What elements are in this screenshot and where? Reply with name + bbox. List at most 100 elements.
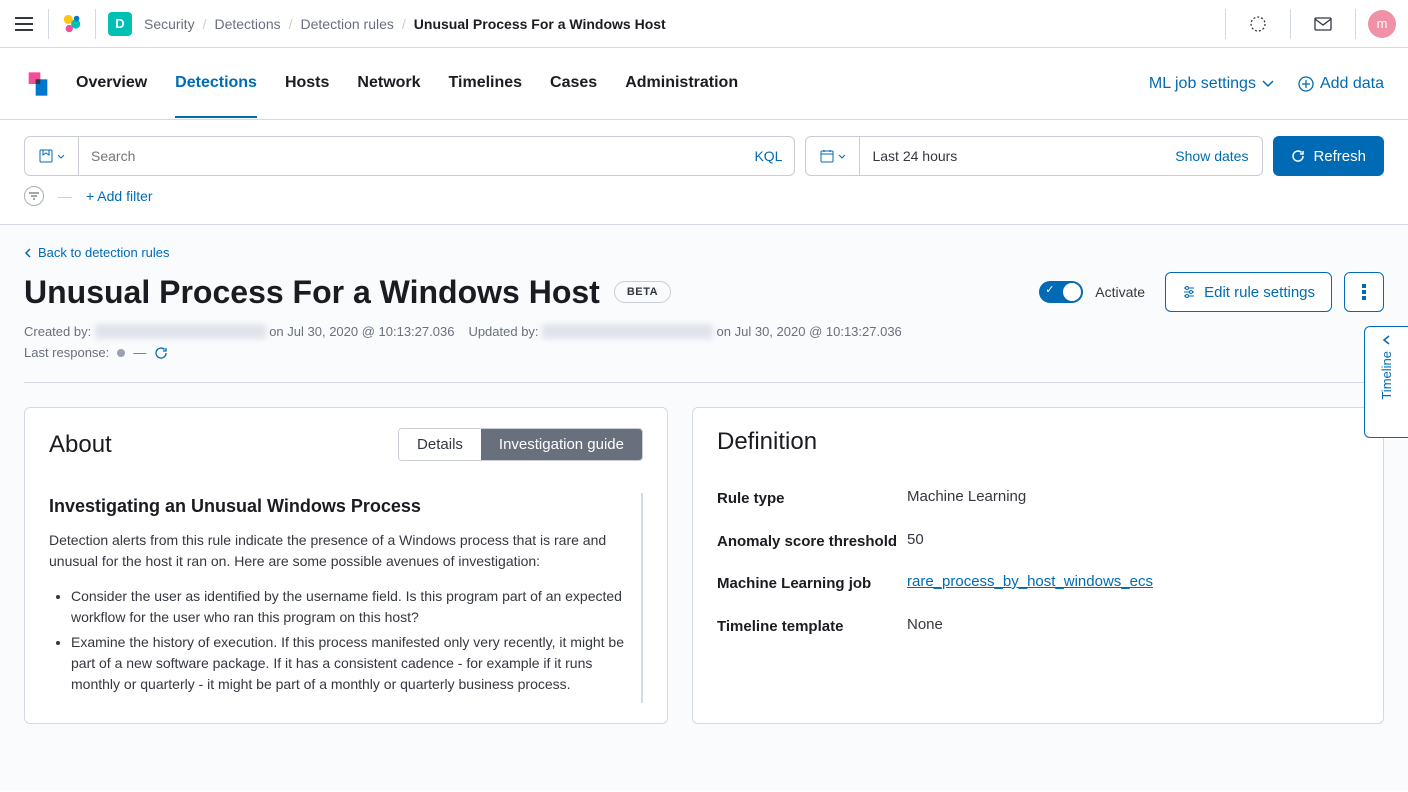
ml-job-settings-label: ML job settings (1149, 75, 1256, 93)
definition-key: Rule type (717, 488, 907, 511)
nav-tabs: Overview Detections Hosts Network Timeli… (76, 74, 1149, 94)
more-actions-button[interactable] (1344, 272, 1384, 312)
created-by-value: frank.hassanabad@elastic.co (95, 324, 266, 339)
chevron-down-icon (838, 154, 846, 159)
filter-options-dropdown[interactable] (25, 137, 79, 175)
tab-administration[interactable]: Administration (625, 74, 738, 118)
tab-overview[interactable]: Overview (76, 74, 147, 118)
title-row: Unusual Process For a Windows Host BETA … (24, 272, 1384, 312)
activate-toggle[interactable] (1039, 281, 1083, 303)
kql-toggle[interactable]: KQL (742, 148, 794, 164)
add-data-button[interactable]: Add data (1298, 75, 1384, 93)
definition-value[interactable]: rare_process_by_host_windows_ecs (907, 573, 1153, 596)
tab-timelines[interactable]: Timelines (449, 74, 523, 118)
search-input[interactable] (91, 148, 730, 164)
investigation-guide-body: Investigating an Unusual Windows Process… (49, 493, 643, 703)
newsfeed-icon[interactable] (1238, 4, 1278, 44)
meta-line: Created by: frank.hassanabad@elastic.co … (24, 324, 1384, 339)
definition-row: Timeline templateNone (717, 616, 1359, 639)
tab-detections[interactable]: Detections (175, 74, 257, 118)
refresh-icon (1291, 149, 1305, 163)
tabs-right: ML job settings Add data (1149, 75, 1384, 93)
updated-by-label: Updated by: (468, 324, 538, 339)
refresh-status-icon[interactable] (154, 346, 168, 360)
timeline-flyout-button[interactable]: Timeline (1364, 326, 1408, 438)
back-link-label: Back to detection rules (38, 245, 170, 260)
breadcrumb-rules[interactable]: Detection rules (301, 16, 394, 32)
calendar-icon (820, 149, 834, 163)
activate-label: Activate (1095, 284, 1145, 300)
definition-row: Rule typeMachine Learning (717, 488, 1359, 511)
app-tabs-bar: Overview Detections Hosts Network Timeli… (0, 48, 1408, 120)
chevron-down-icon (57, 154, 65, 159)
definition-key: Machine Learning job (717, 573, 907, 596)
list-item: Consider the user as identified by the u… (71, 586, 625, 628)
header-right: m (1225, 4, 1396, 44)
chevron-down-icon (1262, 80, 1274, 88)
security-app-logo-icon (24, 70, 52, 98)
plus-circle-icon (1298, 76, 1314, 92)
mail-icon[interactable] (1303, 4, 1343, 44)
date-options-dropdown[interactable] (806, 137, 860, 175)
tab-hosts[interactable]: Hosts (285, 74, 329, 118)
definition-rows: Rule typeMachine LearningAnomaly score t… (717, 488, 1359, 638)
controls-icon (1182, 285, 1196, 299)
timeline-flyout-label: Timeline (1379, 351, 1394, 400)
updated-by-value: frank.hassanabad@elastic.co (542, 324, 713, 339)
definition-header: Definition (717, 428, 1359, 456)
list-item: Examine the history of execution. If thi… (71, 632, 625, 695)
guide-list: Consider the user as identified by the u… (49, 586, 625, 703)
save-query-icon (39, 149, 53, 163)
guide-intro: Detection alerts from this rule indicate… (49, 530, 625, 572)
global-header: D Security/ Detections/ Detection rules/… (0, 0, 1408, 48)
guide-heading: Investigating an Unusual Windows Process (49, 493, 625, 520)
avatar[interactable]: m (1368, 10, 1396, 38)
last-response-label: Last response: (24, 345, 109, 360)
header-left: D Security/ Detections/ Detection rules/… (12, 9, 1225, 39)
about-panel: About Details Investigation guide Invest… (24, 407, 668, 724)
breadcrumb-current: Unusual Process For a Windows Host (414, 16, 666, 32)
definition-title: Definition (717, 428, 817, 456)
chevron-left-icon (24, 248, 32, 258)
edit-rule-button[interactable]: Edit rule settings (1165, 272, 1332, 312)
tab-network[interactable]: Network (357, 74, 420, 118)
updated-on: on Jul 30, 2020 @ 10:13:27.036 (717, 324, 902, 339)
definition-value: 50 (907, 531, 924, 554)
breadcrumb-security[interactable]: Security (144, 16, 195, 32)
app-badge[interactable]: D (108, 12, 132, 36)
menu-icon[interactable] (12, 12, 36, 36)
definition-value: Machine Learning (907, 488, 1026, 511)
filter-row: — + Add filter (0, 176, 1408, 225)
page-content: Back to detection rules Unusual Process … (0, 225, 1408, 791)
elastic-logo-icon[interactable] (61, 13, 83, 35)
about-tab-details[interactable]: Details (399, 429, 481, 460)
boxes-vertical-icon (1362, 284, 1366, 300)
filter-menu-icon[interactable] (24, 186, 44, 206)
created-by-label: Created by: (24, 324, 91, 339)
last-response-row: Last response: — (24, 345, 1384, 360)
breadcrumb: Security/ Detections/ Detection rules/ U… (144, 16, 666, 32)
list-item: Examine the process metadata like the va… (71, 699, 625, 703)
definition-key: Timeline template (717, 616, 907, 639)
date-range-value[interactable]: Last 24 hours (860, 148, 1161, 164)
about-tab-investigation-guide[interactable]: Investigation guide (481, 429, 642, 460)
breadcrumb-detections[interactable]: Detections (214, 16, 280, 32)
page-title: Unusual Process For a Windows Host (24, 274, 600, 311)
edit-rule-label: Edit rule settings (1204, 284, 1315, 301)
ml-job-settings-button[interactable]: ML job settings (1149, 75, 1274, 93)
definition-key: Anomaly score threshold (717, 531, 907, 554)
definition-row: Anomaly score threshold50 (717, 531, 1359, 554)
tab-cases[interactable]: Cases (550, 74, 597, 118)
refresh-label: Refresh (1313, 148, 1366, 165)
add-filter-button[interactable]: + Add filter (86, 188, 153, 204)
about-tab-group: Details Investigation guide (398, 428, 643, 461)
date-range-picker: Last 24 hours Show dates (805, 136, 1263, 176)
show-dates-button[interactable]: Show dates (1161, 148, 1262, 164)
back-to-rules-link[interactable]: Back to detection rules (24, 245, 1384, 260)
status-dot-icon (117, 349, 125, 357)
refresh-button[interactable]: Refresh (1273, 136, 1384, 176)
search-box: KQL (24, 136, 795, 176)
search-row: KQL Last 24 hours Show dates Refresh (0, 120, 1408, 176)
divider (24, 382, 1384, 383)
beta-badge: BETA (614, 281, 671, 303)
